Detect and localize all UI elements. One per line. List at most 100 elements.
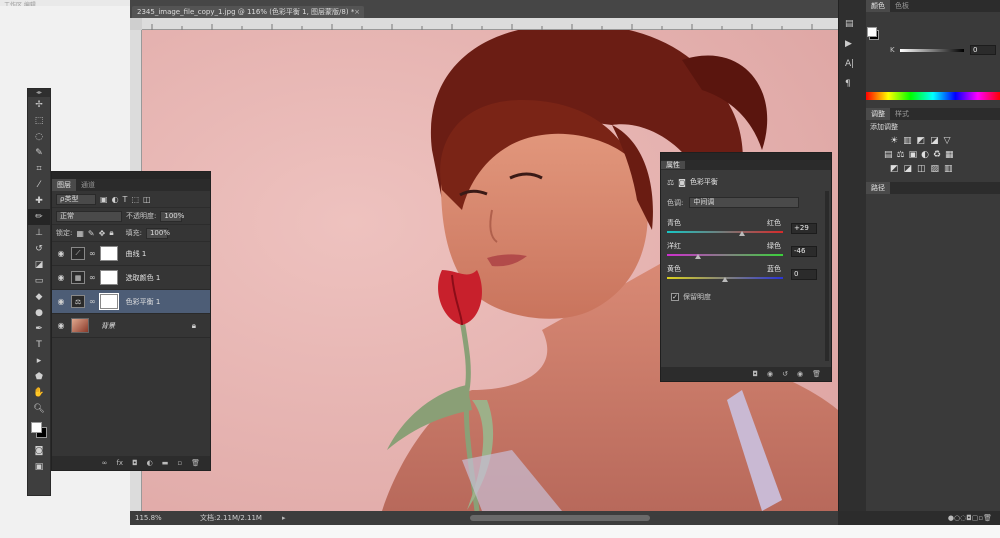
layer-mask-thumb[interactable] xyxy=(99,246,118,261)
cyan-red-thumb[interactable] xyxy=(738,231,745,236)
zoom-level[interactable]: 115.8% xyxy=(135,511,162,525)
toolbar-grip[interactable]: ◂▸ xyxy=(28,89,50,97)
blend-mode-select[interactable]: 正常 xyxy=(56,210,122,222)
magenta-green-value[interactable]: -46 xyxy=(791,246,817,257)
horizontal-scrollbar[interactable] xyxy=(470,515,650,521)
gradient-tool-icon[interactable]: ▭ xyxy=(28,273,50,289)
shape-tool-icon[interactable]: ⬟ xyxy=(28,369,50,385)
screen-mode-icon[interactable]: ▣ xyxy=(28,459,50,475)
trash-icon[interactable]: 🗑︎ xyxy=(812,370,821,378)
filter-adjust-icon[interactable]: ◐ xyxy=(112,195,119,204)
tab-adjustments[interactable]: 调整 xyxy=(866,108,890,120)
tab-styles[interactable]: 样式 xyxy=(890,108,914,120)
chain-link-icon[interactable]: ∞ xyxy=(89,273,96,282)
magenta-green-slider[interactable] xyxy=(667,254,783,256)
visibility-eye-icon[interactable]: ◉ xyxy=(55,321,67,330)
cyan-red-value[interactable]: +29 xyxy=(791,223,817,234)
status-menu-arrow[interactable]: ▸ xyxy=(282,511,286,525)
fg-color-chip[interactable] xyxy=(867,27,877,37)
type-tool-icon[interactable]: T xyxy=(28,337,50,353)
dodge-tool-icon[interactable]: ● xyxy=(28,305,50,321)
lock-pixels-icon[interactable]: ✎ xyxy=(88,229,95,238)
layer-row-selected[interactable]: ◉ ⚖ ∞ 色彩平衡 1 xyxy=(52,290,210,314)
cyan-red-slider[interactable] xyxy=(667,231,783,233)
blur-tool-icon[interactable]: ◆ xyxy=(28,289,50,305)
adjustment-icons-row-2[interactable]: ▤⚖▣◐♻▦ xyxy=(866,148,1000,162)
eyedropper-tool-icon[interactable]: ⁄ xyxy=(28,177,50,193)
layer-filter-select[interactable]: ρ类型 xyxy=(56,193,96,205)
tab-properties[interactable]: 属性 xyxy=(661,161,685,169)
layer-mask-thumb[interactable] xyxy=(99,270,118,285)
yellow-blue-value[interactable]: 0 xyxy=(791,269,817,280)
marquee-tool-icon[interactable]: ⬚ xyxy=(28,113,50,129)
k-value[interactable]: 0 xyxy=(970,45,996,55)
visibility-eye-icon[interactable]: ◉ xyxy=(55,249,67,258)
character-icon[interactable]: A| xyxy=(845,54,860,74)
layer-row[interactable]: ◉ ▦ ∞ 选取颜色 1 xyxy=(52,266,210,290)
paragraph-icon[interactable]: ¶ xyxy=(845,74,860,94)
fx-icon[interactable]: fx xyxy=(116,459,123,467)
tab-channels[interactable]: 通道 xyxy=(76,179,100,191)
layer-mask-thumb[interactable] xyxy=(98,293,119,310)
mask-icon[interactable]: ◙ xyxy=(678,178,686,187)
document-tab[interactable]: 2345_image_file_copy_1.jpg @ 116% (色彩平衡 … xyxy=(132,6,364,18)
reset-icon[interactable]: ↺ xyxy=(782,370,788,378)
layers-panel-header[interactable] xyxy=(52,172,210,179)
view-previous-icon[interactable]: ◉ xyxy=(767,370,773,378)
fill-field[interactable]: 100% xyxy=(145,227,170,239)
tab-paths[interactable]: 路径 xyxy=(866,182,890,194)
properties-panel-header[interactable] xyxy=(661,153,831,160)
paths-footer-icons[interactable]: ●○◌◘▢▫🗑︎ xyxy=(838,511,1000,525)
lasso-tool-icon[interactable]: ◌ xyxy=(28,129,50,145)
chain-link-icon[interactable]: ∞ xyxy=(89,249,96,258)
quick-select-tool-icon[interactable]: ✎ xyxy=(28,145,50,161)
opacity-field[interactable]: 100% xyxy=(160,210,184,222)
filter-pixel-icon[interactable]: ▣ xyxy=(100,195,108,204)
adjustment-icons-row-1[interactable]: ☀▥◩◪▽ xyxy=(866,134,1000,148)
tab-color[interactable]: 颜色 xyxy=(866,0,890,12)
tab-swatches[interactable]: 色板 xyxy=(890,0,914,12)
path-select-tool-icon[interactable]: ▸ xyxy=(28,353,50,369)
layer-row[interactable]: ◉ 背景 🔒︎ xyxy=(52,314,210,338)
hand-tool-icon[interactable]: ✋ xyxy=(28,385,50,401)
zoom-tool-icon[interactable]: 🔍︎ xyxy=(28,401,50,417)
lock-all-icon[interactable]: 🔒︎ xyxy=(109,228,113,238)
tab-layers[interactable]: 图层 xyxy=(52,179,76,191)
filter-shape-icon[interactable]: ⬚ xyxy=(131,195,139,204)
lock-position-icon[interactable]: ✥ xyxy=(99,229,106,238)
k-slider[interactable] xyxy=(900,49,964,52)
move-tool-icon[interactable]: ✢ xyxy=(28,97,50,113)
top-left-menu[interactable]: 工作区 编辑 xyxy=(0,0,130,6)
eraser-tool-icon[interactable]: ◪ xyxy=(28,257,50,273)
new-group-icon[interactable]: ▬ xyxy=(162,459,169,467)
yellow-blue-thumb[interactable] xyxy=(722,277,728,282)
magenta-green-thumb[interactable] xyxy=(695,254,702,259)
play-actions-icon[interactable]: ▶ xyxy=(845,34,860,54)
quick-mask-icon[interactable]: ◙ xyxy=(28,443,50,459)
link-layers-icon[interactable]: ∞ xyxy=(102,459,108,467)
stamp-tool-icon[interactable]: ⊥ xyxy=(28,225,50,241)
close-tab-icon[interactable]: × xyxy=(354,6,360,18)
layer-row[interactable]: ◉ ⟋ ∞ 曲线 1 xyxy=(52,242,210,266)
color-ramp[interactable] xyxy=(866,92,1000,100)
properties-scrollbar[interactable] xyxy=(825,191,829,361)
foreground-color-swatch[interactable] xyxy=(31,422,42,433)
preserve-luminosity-checkbox[interactable]: ✓ xyxy=(671,293,679,301)
filter-type-icon[interactable]: T xyxy=(123,195,128,204)
healing-tool-icon[interactable]: ✚ xyxy=(28,193,50,209)
trash-icon[interactable]: 🗑︎ xyxy=(191,459,200,467)
brush-tool-icon[interactable]: ✏ xyxy=(28,209,50,225)
visibility-toggle-icon[interactable]: ◉ xyxy=(797,370,803,378)
pen-tool-icon[interactable]: ✒ xyxy=(28,321,50,337)
history-brush-tool-icon[interactable]: ↺ xyxy=(28,241,50,257)
visibility-eye-icon[interactable]: ◉ xyxy=(55,273,67,282)
new-adjustment-icon[interactable]: ◐ xyxy=(147,459,153,467)
new-layer-icon[interactable]: ▫ xyxy=(177,459,182,467)
add-mask-icon[interactable]: ◘ xyxy=(132,459,138,467)
visibility-eye-icon[interactable]: ◉ xyxy=(55,297,67,306)
chain-link-icon[interactable]: ∞ xyxy=(89,297,96,306)
clip-layer-icon[interactable]: ◘ xyxy=(752,370,758,378)
horizontal-ruler[interactable] xyxy=(142,18,838,30)
lock-transparency-icon[interactable]: ▦ xyxy=(76,229,84,238)
tone-select[interactable]: 中间调 xyxy=(689,197,800,208)
